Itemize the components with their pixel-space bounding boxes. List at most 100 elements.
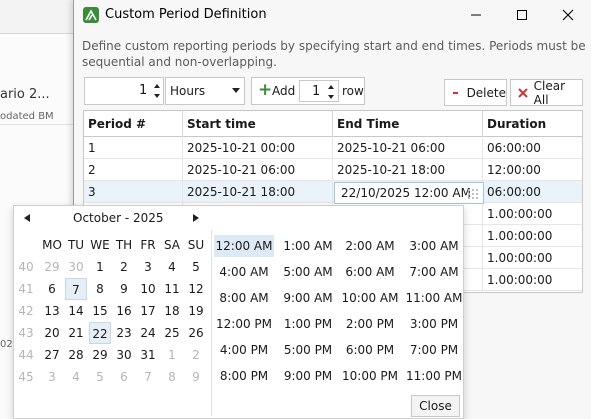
- calendar-day[interactable]: 18: [161, 300, 183, 322]
- time-option[interactable]: 3:00 AM: [404, 235, 464, 257]
- row-count-stepper[interactable]: 1: [299, 80, 339, 102]
- time-option[interactable]: 9:00 PM: [278, 365, 338, 387]
- table-cell[interactable]: 2025-10-21 06:00: [333, 137, 483, 159]
- calendar-day[interactable]: 9: [113, 278, 135, 300]
- time-option[interactable]: 10:00 PM: [340, 365, 400, 387]
- calendar-day[interactable]: 21: [65, 322, 87, 344]
- calendar-day[interactable]: 28: [65, 344, 87, 366]
- time-option[interactable]: 8:00 PM: [214, 365, 274, 387]
- time-option[interactable]: 1:00 PM: [278, 313, 338, 335]
- table-cell[interactable]: 2025-10-21 18:00: [183, 181, 333, 203]
- table-row[interactable]: 2 2025-10-21 06:00 2025-10-21 18:00 12:00:0…: [84, 159, 582, 181]
- time-option[interactable]: 2:00 PM: [340, 313, 400, 335]
- delete-button[interactable]: Delete: [444, 79, 507, 106]
- table-row[interactable]: 3 2025-10-21 18:00 06:00:00: [84, 181, 582, 203]
- table-cell[interactable]: 1.00:00:00: [483, 269, 582, 291]
- calendar-day[interactable]: 8: [89, 278, 111, 300]
- end-time-editor[interactable]: 22/10/2025 12:00 AM: [334, 182, 484, 204]
- time-option[interactable]: 7:00 PM: [404, 339, 464, 361]
- calendar-day[interactable]: 4: [161, 256, 183, 278]
- calendar-day[interactable]: 23: [113, 322, 135, 344]
- interval-count-stepper[interactable]: 1: [84, 77, 164, 105]
- time-option[interactable]: 4:00 PM: [214, 339, 274, 361]
- calendar-day[interactable]: 10: [137, 278, 159, 300]
- column-header[interactable]: Period #: [84, 111, 183, 137]
- prev-month-icon[interactable]: [24, 214, 30, 222]
- calendar-day[interactable]: 15: [89, 300, 111, 322]
- column-header[interactable]: End Time: [333, 111, 483, 137]
- plus-icon[interactable]: +: [258, 80, 272, 100]
- table-cell[interactable]: 06:00:00: [483, 137, 582, 159]
- calendar-day[interactable]: 11: [161, 278, 183, 300]
- time-option[interactable]: 11:00 PM: [404, 365, 464, 387]
- table-cell[interactable]: 12:00:00: [483, 159, 582, 181]
- calendar-day[interactable]: 6: [41, 278, 63, 300]
- clear-all-button[interactable]: Clear All: [510, 79, 583, 107]
- calendar-day[interactable]: 19: [185, 300, 207, 322]
- maximize-button[interactable]: [499, 0, 545, 30]
- time-option[interactable]: 3:00 PM: [404, 313, 464, 335]
- spin-arrows-icon[interactable]: [152, 81, 162, 101]
- calendar-day[interactable]: 14: [65, 300, 87, 322]
- time-option[interactable]: 10:00 AM: [340, 287, 400, 309]
- time-option[interactable]: 6:00 PM: [340, 339, 400, 361]
- table-cell[interactable]: 1: [84, 137, 183, 159]
- table-cell[interactable]: 2025-10-21 00:00: [183, 137, 333, 159]
- calendar-day[interactable]: 1: [161, 344, 183, 366]
- calendar-day[interactable]: 12: [185, 278, 207, 300]
- calendar-day[interactable]: 29: [89, 344, 111, 366]
- calendar-grid-icon[interactable]: [468, 189, 478, 199]
- minimize-button[interactable]: [453, 0, 499, 30]
- calendar-day[interactable]: 26: [185, 322, 207, 344]
- column-header[interactable]: Duration: [483, 111, 582, 137]
- calendar-day[interactable]: 2: [185, 344, 207, 366]
- calendar-day[interactable]: 27: [41, 344, 63, 366]
- calendar-day[interactable]: 20: [41, 322, 63, 344]
- calendar-day[interactable]: 6: [113, 366, 135, 388]
- close-picker-button[interactable]: Close: [411, 395, 460, 417]
- time-option[interactable]: 1:00 AM: [278, 235, 338, 257]
- calendar-day[interactable]: 16: [113, 300, 135, 322]
- calendar-day[interactable]: 8: [161, 366, 183, 388]
- calendar-day[interactable]: 22: [89, 322, 111, 344]
- interval-unit-select[interactable]: Hours: [165, 77, 245, 105]
- calendar-day[interactable]: 3: [137, 256, 159, 278]
- add-button[interactable]: Add: [272, 84, 295, 98]
- calendar-day[interactable]: 5: [89, 366, 111, 388]
- time-option[interactable]: 2:00 AM: [340, 235, 400, 257]
- close-window-button[interactable]: [545, 0, 591, 30]
- calendar-day[interactable]: 1: [89, 256, 111, 278]
- table-cell[interactable]: 1.00:00:00: [483, 203, 582, 225]
- calendar-day[interactable]: 24: [137, 322, 159, 344]
- calendar-day[interactable]: 13: [41, 300, 63, 322]
- time-option[interactable]: 12:00 AM: [214, 235, 274, 257]
- calendar-day[interactable]: 30: [113, 344, 135, 366]
- time-option[interactable]: 5:00 AM: [278, 261, 338, 283]
- table-row[interactable]: 1 2025-10-21 00:00 2025-10-21 06:00 06:00:0…: [84, 137, 582, 159]
- time-option[interactable]: 4:00 AM: [214, 261, 274, 283]
- calendar-day[interactable]: 17: [137, 300, 159, 322]
- calendar-day[interactable]: 30: [65, 256, 87, 278]
- time-option[interactable]: 6:00 AM: [340, 261, 400, 283]
- time-option[interactable]: 8:00 AM: [214, 287, 274, 309]
- calendar-day[interactable]: 3: [41, 366, 63, 388]
- calendar-day[interactable]: 4: [65, 366, 87, 388]
- calendar-day[interactable]: 7: [65, 278, 87, 300]
- table-cell[interactable]: 2025-10-21 06:00: [183, 159, 333, 181]
- calendar-day[interactable]: 7: [137, 366, 159, 388]
- table-cell[interactable]: 06:00:00: [483, 181, 582, 203]
- table-cell[interactable]: 3: [84, 181, 183, 203]
- time-option[interactable]: 7:00 AM: [404, 261, 464, 283]
- calendar-day[interactable]: 25: [161, 322, 183, 344]
- calendar-day[interactable]: 31: [137, 344, 159, 366]
- spin-arrows-icon[interactable]: [326, 82, 336, 102]
- time-option[interactable]: 9:00 AM: [278, 287, 338, 309]
- table-cell[interactable]: 1.00:00:00: [483, 225, 582, 247]
- calendar-day[interactable]: 2: [113, 256, 135, 278]
- next-month-icon[interactable]: [193, 214, 199, 222]
- column-header[interactable]: Start time: [183, 111, 333, 137]
- calendar-day[interactable]: 5: [185, 256, 207, 278]
- table-cell[interactable]: 1.00:00:00: [483, 247, 582, 269]
- time-option[interactable]: 5:00 PM: [278, 339, 338, 361]
- calendar-day[interactable]: 9: [185, 366, 207, 388]
